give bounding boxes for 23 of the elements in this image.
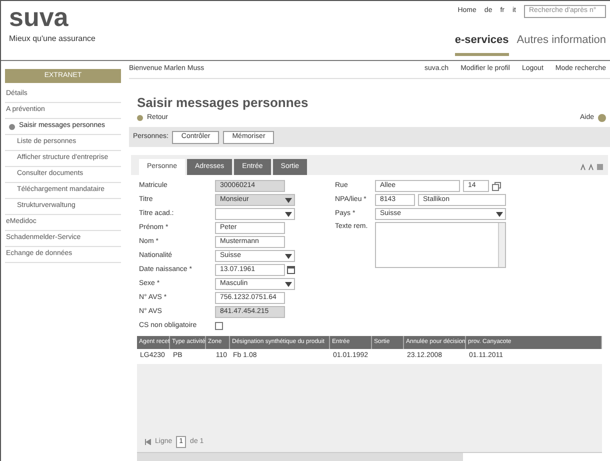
scrollbar[interactable] <box>498 223 505 267</box>
checkbox[interactable] <box>215 322 223 330</box>
caret-icon <box>285 254 292 258</box>
caret-icon <box>496 212 503 216</box>
horizontal-scrollbar[interactable] <box>137 452 602 461</box>
calendar-icon[interactable] <box>287 266 295 274</box>
caret-icon <box>285 282 292 286</box>
first-page-icon[interactable] <box>145 438 151 445</box>
page-title: Saisir messages personnes <box>137 94 310 112</box>
bullet-icon <box>9 124 15 130</box>
nav-tab[interactable]: e-services <box>454 32 509 56</box>
select-field[interactable] <box>215 208 295 220</box>
text-size-icon[interactable] <box>580 163 604 171</box>
tagline: Mieux qu'une assurance <box>9 33 96 45</box>
help-icon[interactable] <box>598 114 606 122</box>
logo[interactable]: suva <box>9 5 96 29</box>
caret-icon <box>285 198 292 202</box>
text-area[interactable] <box>375 222 506 268</box>
caret-icon <box>285 212 292 216</box>
nav-tab[interactable]: Autres information <box>516 32 606 56</box>
copy-icon[interactable] <box>492 182 501 190</box>
back-icon[interactable] <box>137 114 143 121</box>
scrollbar-thumb[interactable] <box>137 453 462 461</box>
